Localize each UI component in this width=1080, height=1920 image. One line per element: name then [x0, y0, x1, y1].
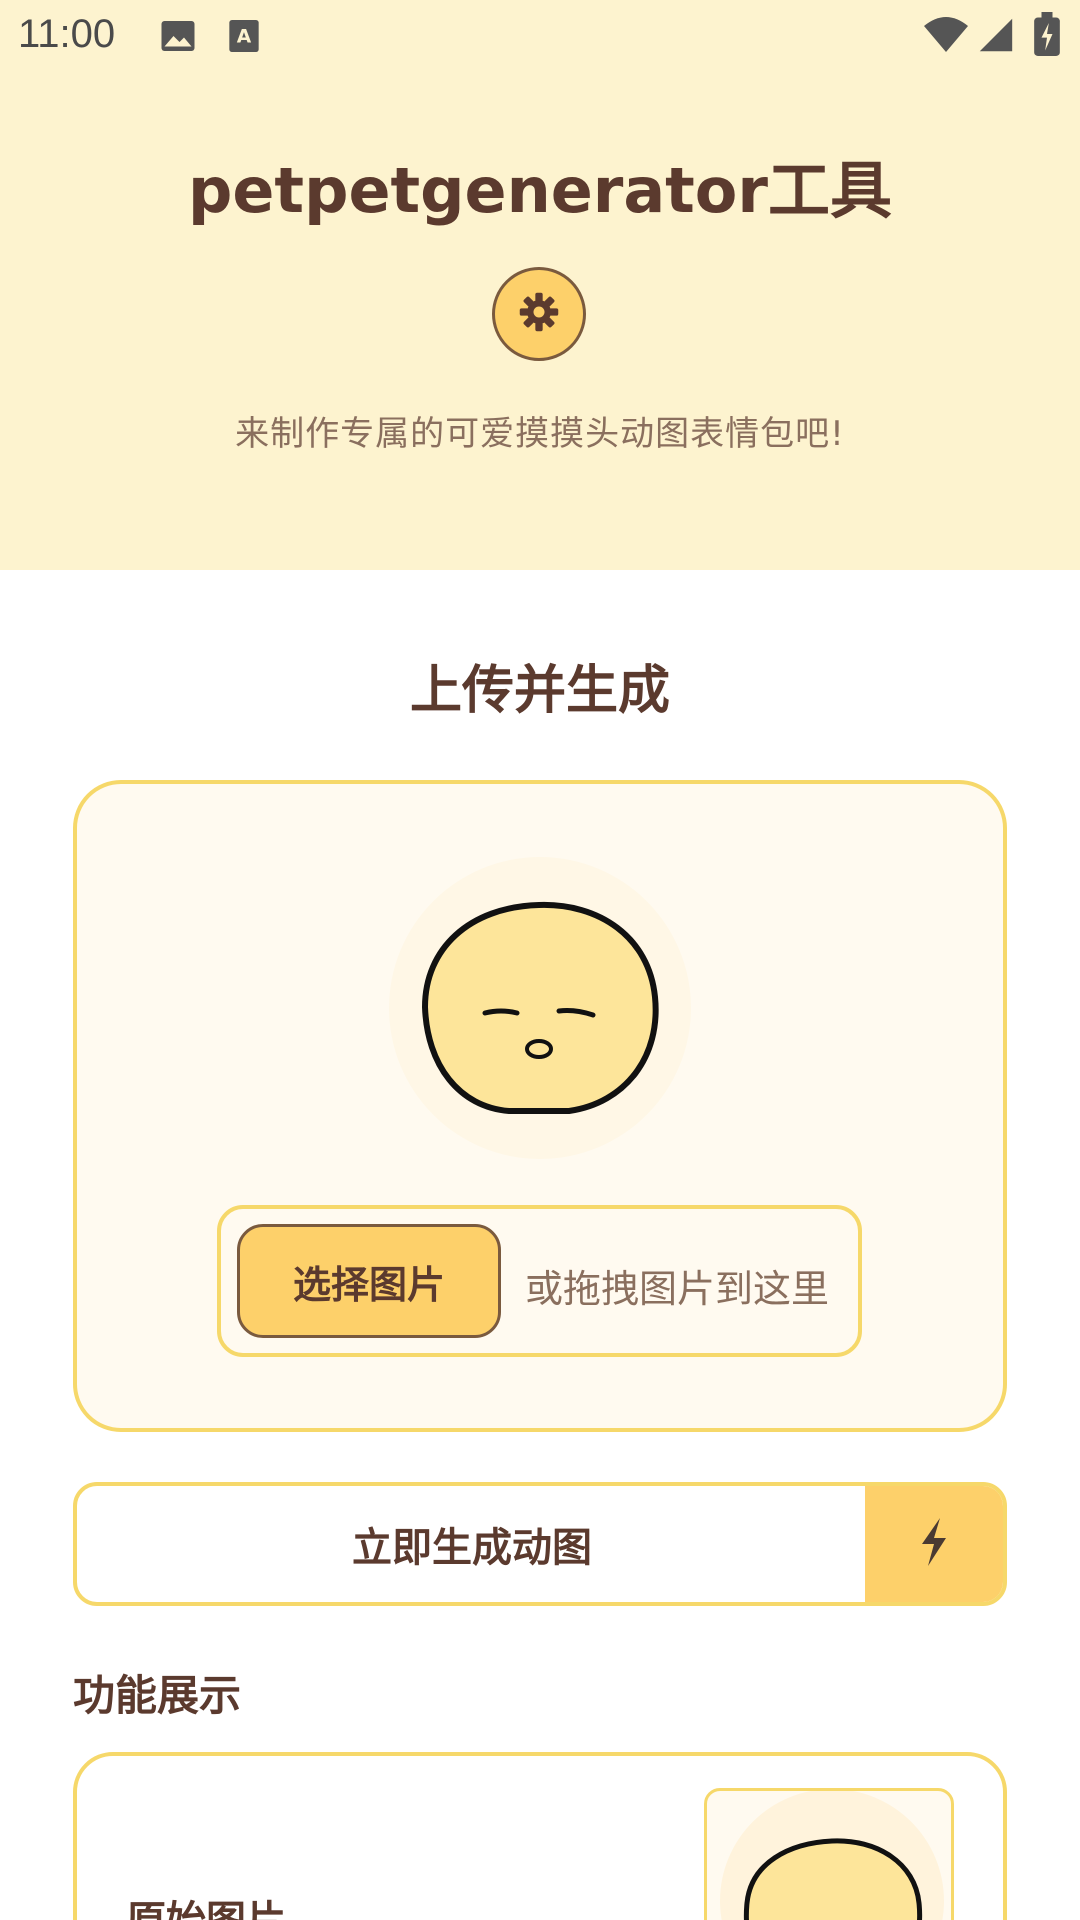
signal-icon [978, 16, 1014, 58]
showcase-title: 功能展示 [73, 1671, 242, 1720]
generate-icon-box [865, 1486, 1003, 1602]
battery-charging-icon [1034, 12, 1060, 60]
svg-text:A: A [237, 27, 252, 48]
status-bar: 11:00 A [0, 0, 1080, 72]
font-icon: A [228, 18, 260, 58]
choose-image-button[interactable]: 选择图片 [237, 1224, 501, 1338]
generate-label: 立即生成动图 [352, 1525, 592, 1571]
mascot-image [389, 857, 691, 1159]
wifi-icon [922, 14, 970, 58]
upload-section-title: 上传并生成 [409, 661, 670, 721]
gear-icon [517, 290, 561, 338]
lightning-icon [917, 1518, 951, 1570]
status-time: 11:00 [18, 12, 116, 56]
original-image-thumbnail [704, 1788, 954, 1920]
image-icon [160, 18, 196, 58]
page-title: petpetgenerator工具 [188, 154, 892, 227]
drop-hint: 或拖拽图片到这里 [525, 1267, 830, 1311]
original-image-label: 原始图片 [126, 1888, 286, 1920]
header: 11:00 A petpetgenerator工具 来制作专属的可爱摸摸头动图表… [0, 0, 1080, 570]
settings-button[interactable] [492, 267, 586, 361]
tagline: 来制作专属的可爱摸摸头动图表情包吧! [235, 414, 845, 454]
app-screen: 11:00 A petpetgenerator工具 来制作专属的可爱摸摸头动图表… [0, 0, 1080, 1920]
generate-button[interactable]: 立即生成动图 [73, 1482, 1007, 1606]
